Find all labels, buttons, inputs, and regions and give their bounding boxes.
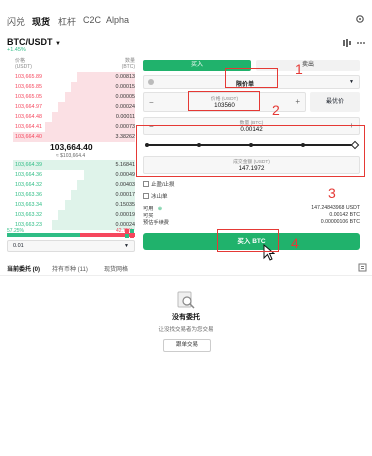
row-amount: 0.00017 <box>115 192 136 198</box>
annotation-number-3: 3 <box>328 185 336 201</box>
top-nav: 闪兑 现货 杠杆 C2C Alpha <box>0 0 372 38</box>
row-amount: 0.00403 <box>115 182 136 188</box>
take-profit-checkbox[interactable] <box>143 181 149 187</box>
orderbook-row[interactable]: 103,665.85 0.00015 <box>7 82 135 92</box>
available-value: 147.24843968 USDT <box>311 205 360 211</box>
tab-open-orders[interactable]: 当前委托 (0) <box>7 264 40 273</box>
tab-spot[interactable]: 现货 <box>32 15 50 28</box>
chevron-down-icon: ▼ <box>349 79 354 85</box>
col-price-label: 价格 <box>15 58 26 64</box>
tab-c2c[interactable]: C2C <box>83 15 101 25</box>
row-amount: 0.00813 <box>115 74 136 80</box>
chevron-down-icon: ▼ <box>55 41 61 47</box>
last-price: 103,664.40 <box>50 142 93 152</box>
order-history-icon[interactable] <box>358 263 367 272</box>
fee-value: 0.00000106 BTC <box>320 219 360 225</box>
col-amount-unit: (BTC) <box>121 64 135 70</box>
row-price: 103,665.89 <box>15 74 42 80</box>
empty-search-icon <box>177 291 195 309</box>
annotation-box-2 <box>188 91 260 111</box>
precision-value: 0.01 <box>13 243 24 249</box>
precision-select[interactable]: 0.01 ▼ <box>7 240 135 252</box>
fee-row: 预估手续费 0.00000106 BTC <box>143 219 360 226</box>
row-price: 103,663.36 <box>15 192 42 198</box>
fee-label: 预估手续费 <box>143 220 169 226</box>
row-amount: 0.00024 <box>115 104 136 110</box>
iceberg-checkbox[interactable] <box>143 193 149 199</box>
row-amount: 0.00049 <box>115 172 136 178</box>
row-amount: 0.15035 <box>115 202 136 208</box>
col-price-unit: (USDT) <box>15 64 32 70</box>
annotation-number-1: 1 <box>295 61 303 77</box>
row-price: 103,664.48 <box>15 114 42 120</box>
annotation-box-3 <box>136 125 365 177</box>
last-price-usd: ≈ $103,664.4 <box>56 153 86 159</box>
tab-spot-grid[interactable]: 现货网格 <box>104 264 128 273</box>
orderbook-row[interactable]: 103,664.41 0.00073 <box>7 122 135 132</box>
chart-settings-icon[interactable] <box>342 38 352 48</box>
orderbook-row[interactable]: 103,665.89 0.00813 <box>7 72 135 82</box>
row-amount: 0.00005 <box>115 94 136 100</box>
row-price: 103,664.32 <box>15 182 42 188</box>
orderbook-row[interactable]: 103,665.05 0.00005 <box>7 92 135 102</box>
col-amount-label: 数量 <box>124 58 135 64</box>
orderbook-row[interactable]: 103,664.36 0.00049 <box>7 170 135 180</box>
row-price: 103,664.36 <box>15 172 42 178</box>
pair-selector[interactable]: BTC/USDT ▼ <box>7 37 61 47</box>
can-buy-row: 可买 0.00142 BTC <box>143 212 360 219</box>
annotation-box-4 <box>217 229 279 252</box>
row-price: 103,664.41 <box>15 124 42 130</box>
row-amount: 0.00011 <box>115 114 135 120</box>
take-profit-label: 止盈/止损 <box>151 182 175 188</box>
tab-alpha[interactable]: Alpha <box>106 15 129 25</box>
row-price: 103,664.39 <box>15 162 42 168</box>
orderbook-row[interactable]: 103,664.39 5.16841 <box>7 160 135 170</box>
orderbook-header: 价格 (USDT) 数量 (BTC) <box>7 57 135 73</box>
orderbook-row[interactable]: 103,664.97 0.00024 <box>7 102 135 112</box>
copy-trade-button[interactable]: 跟单交易 <box>163 339 211 352</box>
orderbook-layout-icon[interactable] <box>125 229 134 238</box>
row-price: 103,664.40 <box>15 134 42 140</box>
plus-icon[interactable]: + <box>295 97 300 106</box>
bottom-tabs: 当前委托 (0) 持有币种 (11) 现货网格 <box>0 262 372 276</box>
row-amount: 5.16841 <box>115 162 136 168</box>
best-price-button[interactable]: 最优价 <box>310 92 360 112</box>
row-price: 103,663.34 <box>15 202 42 208</box>
info-icon <box>148 79 154 85</box>
annotation-box-1 <box>225 68 278 88</box>
row-price: 103,665.05 <box>15 94 42 100</box>
orderbook-row[interactable]: 103,664.40 3.38262 <box>7 132 135 142</box>
orderbook-row[interactable]: 103,664.48 0.00011 <box>7 112 135 122</box>
iceberg-label: 冰山单 <box>151 194 168 200</box>
row-price: 103,664.97 <box>15 104 42 110</box>
price-change: +1.45% <box>7 47 26 53</box>
pair-symbol: BTC/USDT <box>7 37 53 47</box>
row-amount: 3.38262 <box>115 134 136 140</box>
can-buy-value: 0.00142 BTC <box>329 212 360 218</box>
buy-ratio-label: 57.25% <box>7 228 24 234</box>
orderbook-row[interactable]: 103,664.32 0.00403 <box>7 180 135 190</box>
annotation-number-4: 4 <box>291 235 299 251</box>
empty-title: 没有委托 <box>172 314 200 321</box>
gear-icon[interactable] <box>355 14 365 24</box>
orderbook-row[interactable]: 103,663.32 0.00019 <box>7 210 135 220</box>
orderbook-row[interactable]: 103,663.36 0.00017 <box>7 190 135 200</box>
tab-holdings[interactable]: 持有币种 (11) <box>52 264 88 273</box>
tab-margin[interactable]: 杠杆 <box>58 15 76 28</box>
empty-subtitle: 让没找交易者为您交易 <box>158 327 214 333</box>
available-row: 可用 ⊕ 147.24843968 USDT <box>143 205 360 212</box>
row-amount: 0.00015 <box>115 84 136 90</box>
orderbook-row[interactable]: 103,663.34 0.15035 <box>7 200 135 210</box>
more-icon[interactable] <box>356 38 366 48</box>
row-amount: 0.00019 <box>115 212 136 218</box>
annotation-number-2: 2 <box>272 102 280 118</box>
row-price: 103,663.32 <box>15 212 42 218</box>
tab-swap[interactable]: 闪兑 <box>7 15 25 28</box>
row-amount: 0.00073 <box>115 124 136 130</box>
chevron-down-icon: ▼ <box>124 243 129 249</box>
row-price: 103,665.85 <box>15 84 42 90</box>
